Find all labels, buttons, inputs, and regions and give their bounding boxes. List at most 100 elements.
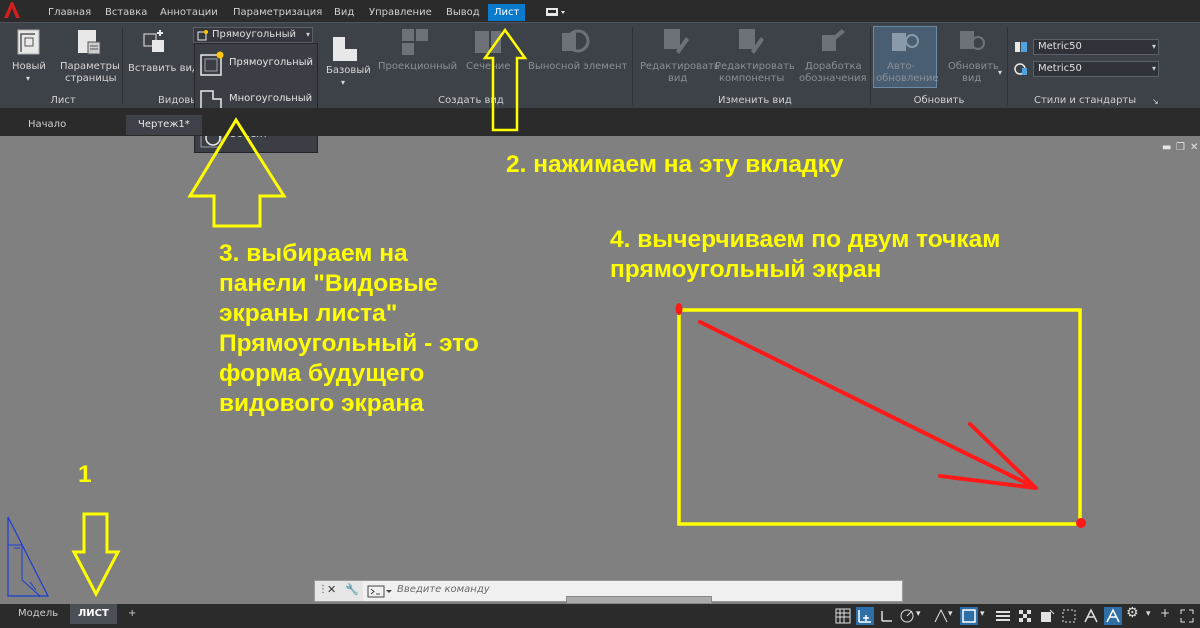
panel-title-styles: Стили и стандарты (1034, 95, 1137, 106)
base-view-label: Базовый (326, 65, 371, 76)
command-history-bar (566, 596, 712, 604)
close-icon[interactable]: ✕ (327, 583, 336, 596)
first-pick-point (675, 303, 683, 315)
page-setup-label-1: Параметры (60, 61, 120, 72)
annotation-scale-icon[interactable] (1082, 607, 1100, 625)
tab-view[interactable]: Вид (334, 4, 354, 21)
annotation-step-3-line: 3. выбираем на (219, 240, 408, 267)
annotation-step-3-line: панели "Видовые (219, 270, 438, 297)
dropdown-item-label: Прямоугольный (229, 57, 314, 68)
insert-view-label: Вставить вид (128, 63, 199, 74)
file-tab-start[interactable]: Начало (16, 115, 78, 135)
lineweight-icon[interactable] (994, 607, 1012, 625)
status-bar: Модель ЛИСТ + ▾ ▾ ▾ ⚙ ▾ + (0, 604, 1200, 628)
scale-icon[interactable] (1060, 607, 1078, 625)
annotation-step-4-line: прямоугольный экран (610, 256, 882, 283)
tab-home[interactable]: Главная (48, 4, 91, 21)
tab-annotate[interactable]: Аннотации (160, 4, 218, 21)
annotation-step-4: 4. вычерчиваем по двум точкам прямоуголь… (610, 225, 1000, 285)
symbol-sketch-label-2: обозначения (799, 73, 867, 84)
chevron-down-icon[interactable]: ▾ (306, 28, 310, 42)
viewport-type-dropdown: Прямоугольный Многоугольный Объект (194, 43, 318, 153)
panel-divider (1007, 27, 1008, 105)
layout-tab-model[interactable]: Модель (10, 604, 66, 624)
tab-manage[interactable]: Управление (369, 4, 432, 21)
edit-view-label-1: Редактировать (640, 61, 720, 72)
command-prompt-icon[interactable] (367, 585, 393, 598)
panel-title-create-view: Создать вид (438, 95, 504, 106)
annotation-visibility-icon[interactable] (1104, 607, 1122, 625)
polar-tracking-icon[interactable] (898, 607, 916, 625)
detail-view-icon[interactable] (560, 27, 590, 57)
detail-style-combo[interactable]: Metric50 ▾ (1033, 61, 1159, 77)
command-input[interactable]: Введите команду (397, 584, 490, 595)
new-layout-label: Новый (12, 61, 46, 72)
yellow-down-arrow-layout-tab (71, 512, 121, 598)
close-icon[interactable]: ✕ (1190, 142, 1198, 153)
section-view-icon[interactable] (473, 27, 503, 57)
file-tabs-bar: Начало Чертеж1* (0, 108, 1200, 136)
update-view-label-2: вид (962, 73, 982, 84)
red-diagonal-arrow (698, 320, 1038, 490)
tab-parametric[interactable]: Параметризация (233, 4, 322, 21)
add-layout-button[interactable]: + (120, 604, 144, 624)
annotation-step-3-line: Прямоугольный - это (219, 330, 479, 357)
file-tab-drawing[interactable]: Чертеж1* (126, 115, 202, 135)
page-setup-label-2: страницы (65, 73, 117, 84)
transparency-icon[interactable] (1016, 607, 1034, 625)
restore-icon[interactable]: ❐ (1176, 142, 1185, 153)
dialog-launcher-icon[interactable]: ↘ (1152, 96, 1159, 108)
detail-view-label: Выносной элемент (528, 61, 628, 72)
edit-view-icon[interactable] (662, 27, 690, 55)
annotation-step-3: 3. выбираем на панели "Видовые экраны ли… (219, 239, 479, 419)
symbol-sketch-label-1: Доработка (805, 61, 862, 72)
projected-view-icon[interactable] (400, 27, 430, 57)
menu-bar: Главная Вставка Аннотации Параметризация… (0, 0, 1200, 22)
plus-icon[interactable]: + (1160, 606, 1178, 624)
ortho-icon[interactable] (878, 607, 896, 625)
ucs-icon-outline (7, 516, 49, 597)
detail-style-icon (1014, 63, 1027, 75)
annotation-step-1: 1 (78, 461, 92, 488)
chevron-down-icon[interactable]: ▾ (26, 73, 30, 85)
edit-components-label-2: компоненты (719, 73, 785, 84)
chevron-down-icon[interactable]: ▾ (341, 77, 345, 89)
update-view-icon[interactable] (958, 27, 986, 55)
fullscreen-icon[interactable] (1178, 607, 1196, 625)
autocad-logo-icon[interactable] (2, 0, 22, 18)
grid-icon[interactable] (834, 607, 852, 625)
dropdown-item-label: Многоугольный (229, 93, 313, 104)
edit-components-label-1: Редактировать (715, 61, 795, 72)
edit-view-label-2: вид (668, 73, 688, 84)
insert-view-icon[interactable] (142, 28, 168, 54)
chevron-down-icon[interactable]: ▾ (1152, 40, 1156, 54)
base-view-icon[interactable] (331, 35, 361, 63)
symbol-sketch-icon[interactable] (818, 27, 846, 55)
chevron-down-icon[interactable]: ▾ (1152, 62, 1156, 76)
second-pick-point (1076, 518, 1086, 528)
gear-icon[interactable]: ⚙ (1126, 605, 1144, 623)
edit-components-icon[interactable] (737, 27, 765, 55)
panel-divider (870, 27, 871, 105)
auto-update-button[interactable]: Авто- обновление (873, 26, 939, 88)
section-view-label: Сечение (466, 61, 511, 72)
minimize-icon[interactable]: ▬ (1162, 142, 1171, 153)
layout-tab-sheet[interactable]: ЛИСТ (70, 604, 117, 624)
tab-insert[interactable]: Вставка (105, 4, 147, 21)
section-style-combo[interactable]: Metric50 ▾ (1033, 39, 1159, 55)
viewport-type-combo[interactable]: Прямоугольный ▾ (193, 27, 313, 43)
customize-wrench-icon[interactable]: 🔧 (345, 583, 359, 596)
viewport-type-value: Прямоугольный (212, 29, 297, 40)
chevron-down-icon[interactable]: ▾ (998, 67, 1002, 79)
selection-cycling-icon[interactable] (1038, 607, 1056, 625)
snap-icon[interactable] (856, 607, 874, 625)
panel-toggle-icon[interactable] (545, 6, 567, 18)
new-layout-icon[interactable] (15, 28, 43, 56)
object-snap-icon[interactable] (960, 607, 978, 625)
tab-output[interactable]: Вывод (446, 4, 480, 21)
page-setup-icon[interactable] (74, 28, 102, 56)
panel-divider (632, 27, 633, 105)
ribbon: Новый ▾ Параметры страницы Лист Вставить… (0, 22, 1200, 108)
tab-layout[interactable]: Лист (488, 4, 526, 21)
dropdown-item-rectangular[interactable]: Прямоугольный (195, 46, 317, 82)
